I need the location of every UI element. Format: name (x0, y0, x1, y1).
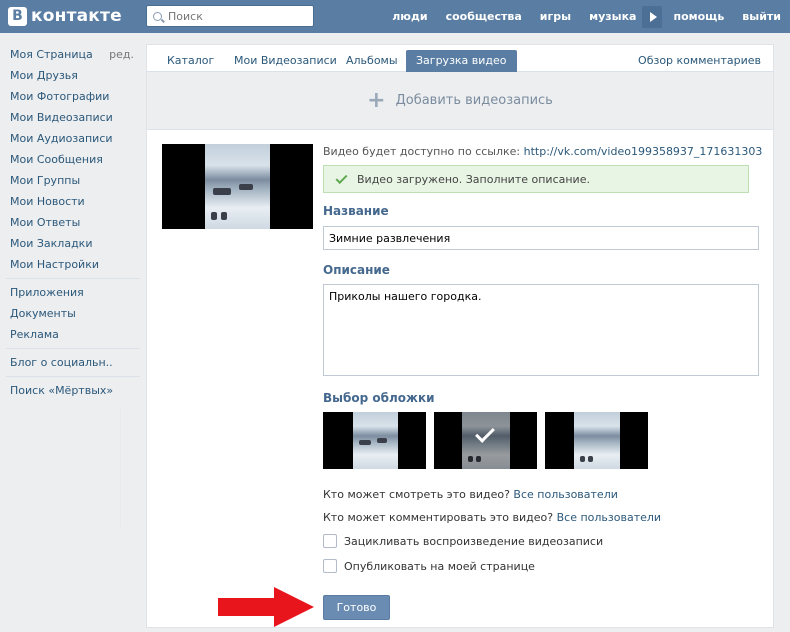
sidebar-item-settings[interactable]: Мои Настройки (0, 254, 140, 275)
sidebar-item-my-page[interactable]: Моя Страница ред. (0, 44, 140, 65)
search-icon (153, 11, 162, 21)
view-permission: Кто может смотреть это видео? Все пользо… (323, 488, 618, 501)
title-field[interactable] (323, 226, 759, 250)
sidebar-item-videos[interactable]: Мои Видеозаписи (0, 107, 140, 128)
cover-label: Выбор обложки (323, 391, 435, 405)
notice-text: Видео загружено. Заполните описание. (357, 172, 590, 186)
comment-question: Кто может комментировать это видео? (323, 511, 554, 524)
comment-permission-link[interactable]: Все пользователи (557, 511, 661, 524)
search-box[interactable] (146, 5, 314, 27)
description-field[interactable]: Приколы нашего городка. (323, 284, 759, 376)
tab-albums[interactable]: Альбомы (336, 50, 408, 72)
edit-link[interactable]: ред. (109, 44, 134, 65)
add-video-button[interactable]: + Добавить видеозапись (147, 72, 773, 130)
publish-checkbox[interactable] (323, 559, 337, 573)
loop-checkbox-row[interactable]: Зацикливать воспроизведение видеозаписи (323, 534, 603, 548)
tab-bar: Каталог Мои Видеозаписи Альбомы Загрузка… (147, 45, 773, 72)
sidebar-item-groups[interactable]: Мои Группы (0, 170, 140, 191)
red-arrow-annotation (218, 587, 314, 627)
view-permission-link[interactable]: Все пользователи (513, 488, 617, 501)
sidebar-item-answers[interactable]: Мои Ответы (0, 212, 140, 233)
divider (6, 376, 140, 377)
sidebar-item-blog[interactable]: Блог о социальн.. (0, 352, 140, 373)
divider (120, 408, 121, 528)
check-icon (335, 171, 348, 184)
cover-option[interactable] (545, 412, 648, 469)
nav-games[interactable]: игры (540, 10, 571, 23)
nav-music[interactable]: музыка (589, 10, 636, 23)
sidebar-item-bookmarks[interactable]: Мои Закладки (0, 233, 140, 254)
divider (6, 278, 140, 279)
logo-letter: В (8, 6, 27, 26)
search-input[interactable] (168, 9, 298, 23)
upload-success-notice: Видео загружено. Заполните описание. (323, 165, 749, 193)
cover-option[interactable] (323, 412, 426, 469)
comment-permission: Кто может комментировать это видео? Все … (323, 511, 661, 524)
video-upload-panel: Каталог Мои Видеозаписи Альбомы Загрузка… (146, 44, 774, 628)
sidebar-item-audio[interactable]: Мои Аудиозаписи (0, 128, 140, 149)
sidebar-item-apps[interactable]: Приложения (0, 282, 140, 303)
video-preview-thumbnail (162, 144, 313, 229)
sidebar-item-documents[interactable]: Документы (0, 303, 140, 324)
nav-help[interactable]: помощь (673, 10, 724, 23)
add-video-label: Добавить видеозапись (395, 93, 553, 108)
loop-label: Зацикливать воспроизведение видеозаписи (344, 534, 604, 548)
done-button[interactable]: Готово (323, 595, 390, 620)
sidebar-item-photos[interactable]: Мои Фотографии (0, 86, 140, 107)
top-nav: люди сообщества игры музыка помощь выйти (383, 0, 790, 33)
sidebar-item-news[interactable]: Мои Новости (0, 191, 140, 212)
top-header: В контакте люди сообщества игры музыка п… (0, 0, 790, 33)
nav-logout[interactable]: выйти (742, 10, 781, 23)
sidebar-item-dead-search[interactable]: Поиск «Мёртвых» (0, 380, 140, 401)
tab-my-videos[interactable]: Мои Видеозаписи (224, 50, 347, 72)
logo-text: контакте (31, 6, 122, 26)
tab-catalog[interactable]: Каталог (157, 50, 224, 72)
publish-checkbox-row[interactable]: Опубликовать на моей странице (323, 559, 535, 573)
comments-overview-link[interactable]: Обзор комментариев (638, 50, 761, 72)
publish-label: Опубликовать на моей странице (344, 559, 535, 573)
cover-option-selected[interactable] (434, 412, 537, 469)
nav-communities[interactable]: сообщества (446, 10, 522, 23)
vk-logo[interactable]: В контакте (8, 6, 122, 26)
sidebar-item-messages[interactable]: Мои Сообщения (0, 149, 140, 170)
view-question: Кто может смотреть это видео? (323, 488, 510, 501)
video-url-link[interactable]: http://vk.com/video199358937_171631303 (524, 145, 763, 158)
sidebar-item-friends[interactable]: Мои Друзья (0, 65, 140, 86)
left-sidebar: Моя Страница ред. Мои Друзья Мои Фотограф… (0, 44, 140, 528)
sidebar-item-label: Моя Страница (10, 48, 93, 61)
sidebar-item-ads[interactable]: Реклама (0, 324, 140, 345)
url-prefix: Видео будет доступно по ссылке: (323, 145, 521, 158)
tab-upload-video[interactable]: Загрузка видео (406, 50, 517, 72)
title-label: Название (323, 204, 389, 218)
loop-checkbox[interactable] (323, 534, 337, 548)
description-label: Описание (323, 263, 390, 277)
video-url-line: Видео будет доступно по ссылке: http://v… (323, 145, 762, 158)
nav-people[interactable]: люди (392, 10, 427, 23)
divider (6, 348, 140, 349)
plus-icon: + (367, 88, 386, 113)
play-icon[interactable] (642, 5, 663, 28)
